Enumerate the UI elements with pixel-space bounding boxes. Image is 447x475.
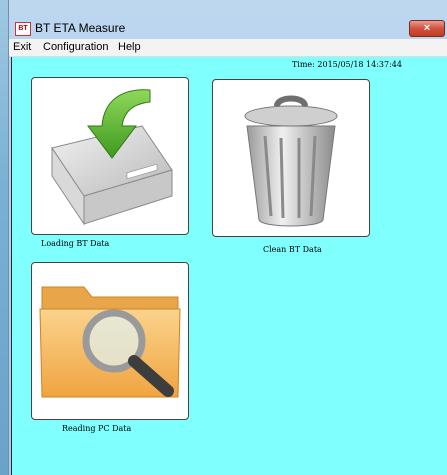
reading-pc-data-label: Reading PC Data bbox=[62, 424, 132, 433]
client-area: Time: 2015/05/18 14:37:44 Loading BT Dat… bbox=[11, 57, 447, 475]
hard-drive-download-icon bbox=[51, 89, 173, 226]
app-window: BT BT ETA Measure × Exit Configuration H… bbox=[8, 0, 447, 475]
menu-exit[interactable]: Exit bbox=[13, 41, 31, 53]
title-bar[interactable]: BT BT ETA Measure × bbox=[9, 0, 447, 38]
clean-bt-data-button[interactable] bbox=[212, 79, 370, 237]
window-title: BT ETA Measure bbox=[35, 21, 126, 35]
loading-bt-data-button[interactable] bbox=[31, 77, 189, 235]
menu-bar: Exit Configuration Help bbox=[9, 39, 447, 57]
menu-help[interactable]: Help bbox=[118, 41, 141, 53]
app-icon: BT bbox=[15, 22, 31, 36]
loading-bt-data-label: Loading BT Data bbox=[41, 239, 110, 248]
clean-bt-data-label: Clean BT Data bbox=[263, 245, 322, 254]
reading-pc-data-button[interactable] bbox=[31, 262, 189, 420]
close-button[interactable]: × bbox=[409, 20, 445, 37]
time-display: Time: 2015/05/18 14:37:44 bbox=[291, 60, 402, 69]
folder-search-icon bbox=[39, 286, 181, 398]
menu-configuration[interactable]: Configuration bbox=[43, 41, 108, 53]
trash-can-icon bbox=[244, 95, 338, 227]
